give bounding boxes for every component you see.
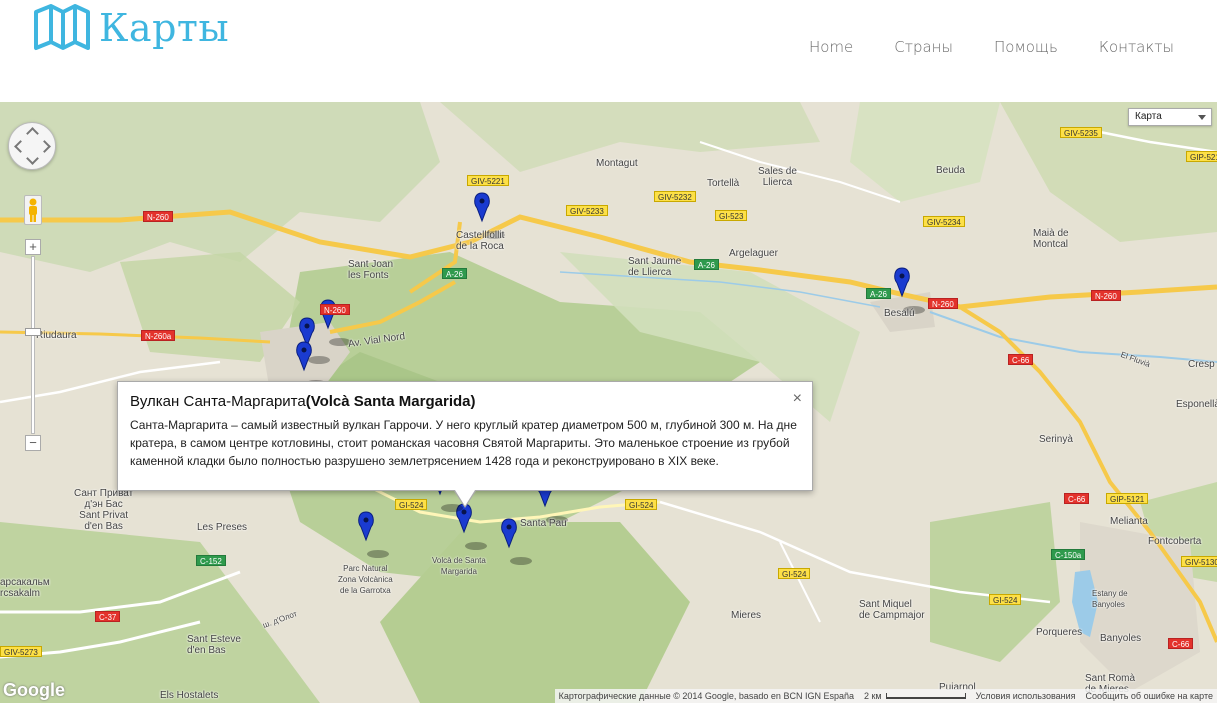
place-label: Argelaguer bbox=[729, 248, 778, 259]
street-view-pegman-icon[interactable] bbox=[24, 195, 42, 225]
place-label: Parc Natural Zona Volcànica de la Garrotxa bbox=[338, 564, 393, 595]
place-label: Beuda bbox=[936, 165, 965, 176]
info-window: Вулкан Санта-Маргарита(Volcà Santa Marga… bbox=[117, 381, 813, 508]
close-icon[interactable]: × bbox=[793, 390, 802, 408]
place-label: Сант Приват д'эн Бас Sant Privat d'en Bas bbox=[74, 488, 134, 532]
place-label: Esponellà bbox=[1176, 399, 1217, 410]
place-label: Sant Joan les Fonts bbox=[348, 259, 394, 281]
zoom-in-button[interactable]: + bbox=[25, 239, 41, 255]
place-label: Les Preses bbox=[197, 522, 248, 533]
road-shield: GI-523 bbox=[715, 210, 748, 221]
place-label: Maià de Montcal bbox=[1033, 228, 1069, 250]
site-header: Карты Home Страны Помощь Контакты bbox=[0, 0, 1217, 102]
road-shield: C-66 bbox=[1064, 493, 1090, 504]
place-label: Banyoles bbox=[1100, 633, 1142, 644]
road-shield: GIV-5221 bbox=[467, 175, 509, 186]
road-shield: C-66 bbox=[1008, 354, 1034, 365]
place-label: Melianta bbox=[1110, 516, 1148, 527]
place-label: Cresp bbox=[1188, 359, 1215, 370]
place-label: Estany de Banyoles bbox=[1092, 589, 1128, 609]
road-shield: GIV-5233 bbox=[566, 205, 608, 216]
road-shield: N-260a bbox=[141, 330, 176, 341]
arrow-right-icon[interactable] bbox=[38, 140, 51, 153]
terms-link[interactable]: Условия использования bbox=[976, 691, 1076, 701]
map-logo-icon bbox=[34, 4, 90, 50]
arrow-up-icon[interactable] bbox=[26, 127, 39, 140]
road-shield: A-26 bbox=[866, 288, 891, 299]
road-shield: GIV-5232 bbox=[654, 191, 696, 202]
info-window-body: Санта-Маргарита – самый известный вулкан… bbox=[130, 418, 797, 468]
road-shield: GIV-5234 bbox=[923, 216, 965, 227]
logo-text: Карты bbox=[99, 6, 230, 50]
road-shield: C-150a bbox=[1051, 549, 1086, 560]
main-nav: Home Страны Помощь Контакты bbox=[768, 38, 1174, 56]
nav-home[interactable]: Home bbox=[809, 38, 853, 56]
road-shield: C-66 bbox=[1168, 638, 1194, 649]
place-label: Besalú bbox=[884, 308, 915, 319]
road-shield: GI-524 bbox=[625, 499, 658, 510]
report-error-link[interactable]: Сообщить об ошибке на карте bbox=[1086, 691, 1213, 701]
scale-label: 2 км bbox=[864, 691, 966, 701]
nav-contacts[interactable]: Контакты bbox=[1099, 38, 1174, 56]
zoom-slider-track[interactable] bbox=[31, 256, 35, 434]
nav-help[interactable]: Помощь bbox=[994, 38, 1058, 56]
place-label: Serinyà bbox=[1039, 434, 1073, 445]
scale-bar bbox=[885, 693, 966, 699]
google-logo[interactable]: Google bbox=[3, 680, 65, 701]
chevron-down-icon bbox=[1198, 115, 1206, 120]
place-label: Mieres bbox=[731, 610, 762, 621]
road-shield: N-260 bbox=[1091, 290, 1121, 301]
place-label: Santa Pau bbox=[520, 518, 567, 529]
info-window-tail bbox=[455, 490, 475, 506]
road-shield: GI-524 bbox=[395, 499, 428, 510]
road-shield: GIV-5130 bbox=[1181, 556, 1217, 567]
place-label: Montagut bbox=[596, 158, 638, 169]
road-shield: N-260 bbox=[320, 304, 350, 315]
road-shield: GIV-5235 bbox=[1060, 127, 1102, 138]
place-label: арсакальм rcsakalm bbox=[0, 577, 50, 599]
road-shield: C-152 bbox=[196, 555, 226, 566]
map-canvas[interactable]: Castellfollit de la Roca Montagut Tortell… bbox=[0, 102, 1217, 703]
road-shield: GI-524 bbox=[989, 594, 1022, 605]
place-label: Riudaura bbox=[36, 330, 77, 341]
road-shield: C-37 bbox=[95, 611, 121, 622]
road-shield: GIV-5273 bbox=[0, 646, 42, 657]
pan-control[interactable] bbox=[8, 122, 56, 170]
road-shield: GIP-521 bbox=[1186, 151, 1217, 162]
place-label: Sales de Llierca bbox=[758, 166, 797, 188]
place-label: Sant Jaume de Llierca bbox=[628, 256, 682, 278]
map-attribution: Картографические данные © 2014 Google, b… bbox=[554, 689, 1217, 703]
place-label: Sant Miquel de Campmajor bbox=[859, 599, 925, 621]
road-shield: N-260 bbox=[143, 211, 173, 222]
map-type-value: Карта bbox=[1135, 111, 1162, 122]
zoom-out-button[interactable]: − bbox=[25, 435, 41, 451]
place-label: Volcà de Santa Margarida bbox=[432, 556, 486, 576]
place-label: Porqueres bbox=[1036, 627, 1083, 638]
place-label: Tortellà bbox=[707, 178, 740, 189]
road-shield: A-26 bbox=[694, 259, 719, 270]
place-label: Els Hostalets bbox=[160, 690, 219, 701]
road-shield: A-26 bbox=[442, 268, 467, 279]
zoom-slider-thumb[interactable] bbox=[25, 328, 41, 336]
logo[interactable]: Карты bbox=[33, 4, 229, 52]
road-shield: N-260 bbox=[928, 298, 958, 309]
road-shield: GI-524 bbox=[778, 568, 811, 579]
place-label: Sant Esteve d'en Bas bbox=[187, 634, 241, 656]
map-type-select[interactable]: Карта bbox=[1128, 108, 1212, 126]
arrow-down-icon[interactable] bbox=[26, 152, 39, 165]
place-label: Castellfollit de la Roca bbox=[456, 230, 505, 252]
nav-countries[interactable]: Страны bbox=[894, 38, 953, 56]
place-label: Fontcoberta bbox=[1148, 536, 1202, 547]
info-window-title: Вулкан Санта-Маргарита(Volcà Santa Marga… bbox=[130, 393, 476, 410]
map-data-credit: Картографические данные © 2014 Google, b… bbox=[558, 691, 854, 701]
road-shield: GIP-5121 bbox=[1106, 493, 1149, 504]
arrow-left-icon[interactable] bbox=[14, 140, 27, 153]
